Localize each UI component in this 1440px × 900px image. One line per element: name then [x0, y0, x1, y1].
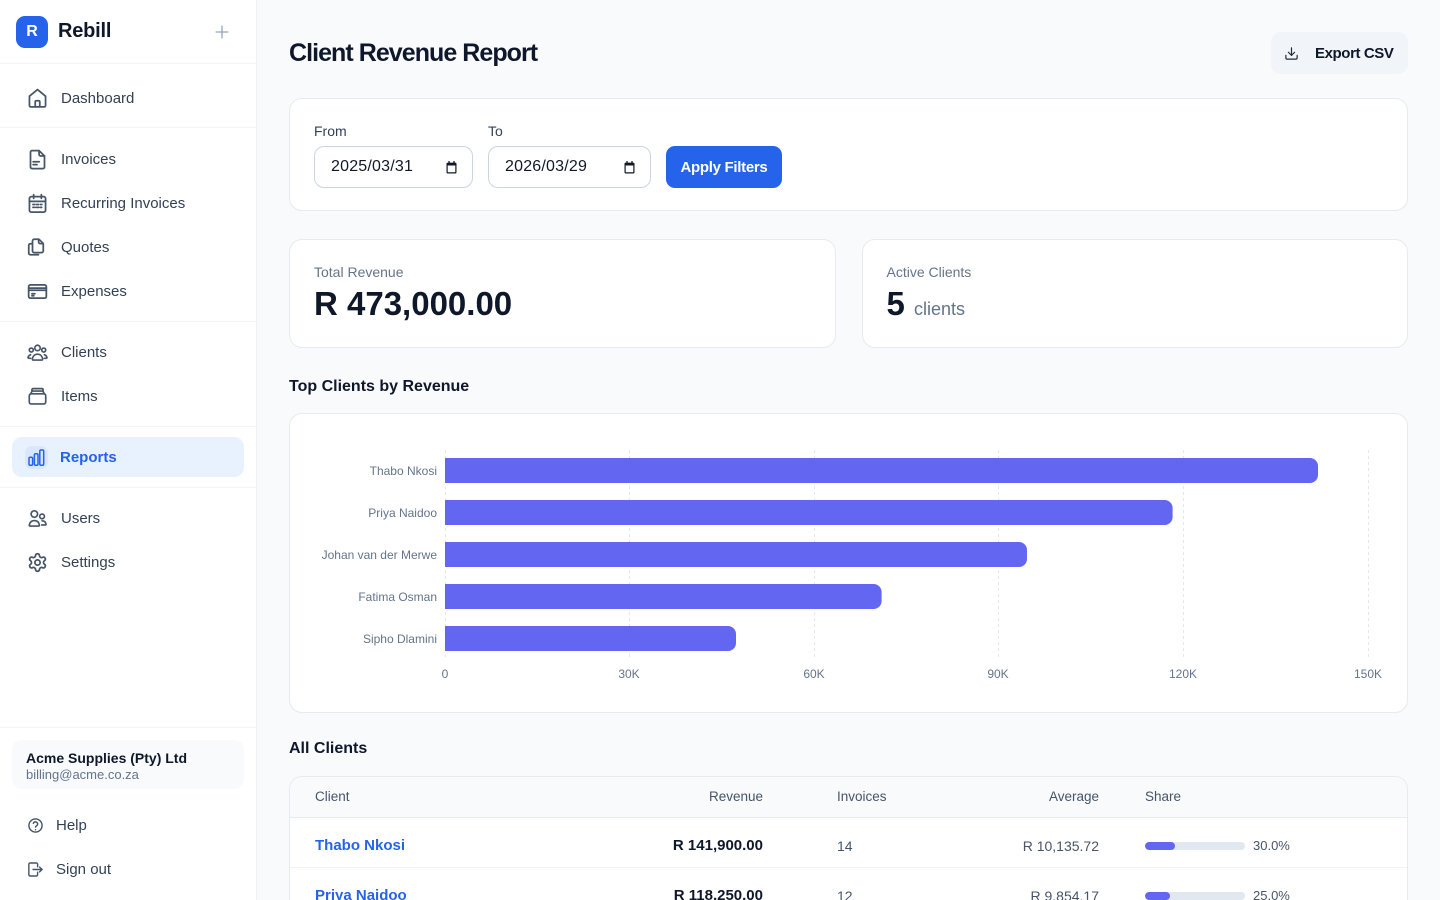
svg-text:150K: 150K: [1354, 667, 1382, 681]
svg-text:60K: 60K: [803, 667, 824, 681]
svg-text:Thabo Nkosi: Thabo Nkosi: [370, 464, 437, 478]
svg-text:30K: 30K: [618, 667, 639, 681]
svg-text:0: 0: [442, 667, 449, 681]
svg-text:90K: 90K: [987, 667, 1008, 681]
svg-text:Sipho Dlamini: Sipho Dlamini: [363, 632, 437, 646]
svg-text:Priya Naidoo: Priya Naidoo: [368, 506, 437, 520]
svg-text:Fatima Osman: Fatima Osman: [358, 590, 437, 604]
svg-text:Johan van der Merwe: Johan van der Merwe: [322, 548, 438, 562]
svg-text:120K: 120K: [1169, 667, 1197, 681]
